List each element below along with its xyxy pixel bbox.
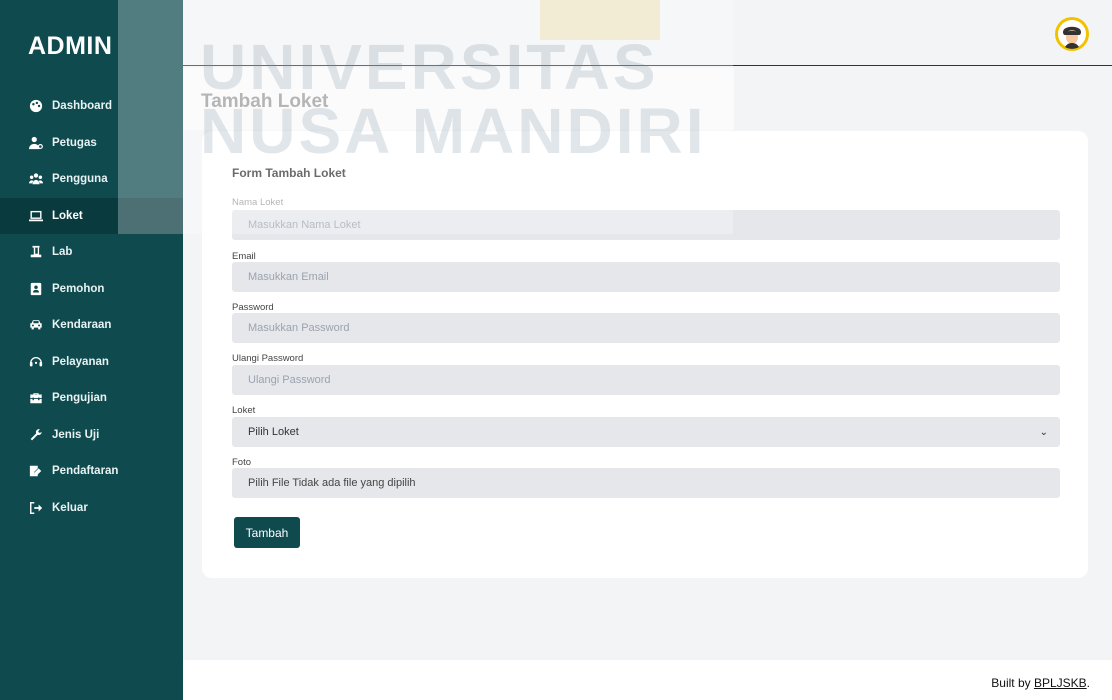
form-card: Form Tambah Loket Nama Loket Masukkan Na… (202, 131, 1088, 578)
sidebar-item-lab[interactable]: Lab (0, 234, 183, 271)
sidebar-item-label: Kendaraan (52, 319, 112, 332)
sidebar-item-label: Pengujian (52, 392, 107, 405)
nama-loket-placeholder: Masukkan Nama Loket (248, 219, 361, 231)
sidebar-item-kendaraan[interactable]: Kendaraan (0, 307, 183, 344)
sidebar-item-label: Pendaftaran (52, 465, 119, 478)
loket-label: Loket (232, 405, 256, 416)
ulangi-password-input[interactable]: Ulangi Password (232, 365, 1060, 395)
sidebar-item-pengguna[interactable]: Pengguna (0, 161, 183, 198)
sidebar-item-label: Keluar (52, 501, 88, 514)
foto-file-value: Pilih File Tidak ada file yang dipilih (248, 477, 416, 489)
user-avatar-icon[interactable] (1054, 16, 1090, 52)
sidebar-item-petugas[interactable]: Petugas (0, 125, 183, 162)
nama-loket-input[interactable]: Masukkan Nama Loket (232, 210, 1060, 240)
page-title: Tambah Loket (201, 91, 329, 112)
nama-loket-label: Nama Loket (232, 197, 284, 208)
sidebar-item-pemohon[interactable]: Pemohon (0, 271, 183, 308)
ulangi-password-label: Ulangi Password (232, 353, 304, 364)
sidebar-item-label: Pemohon (52, 282, 105, 295)
password-label: Password (232, 302, 274, 313)
tambah-button[interactable]: Tambah (234, 517, 300, 548)
sidebar: ADMIN Dashboard Petugas Pengguna Loket L… (0, 0, 183, 700)
sidebar-item-pengujian[interactable]: Pengujian (0, 380, 183, 417)
sidebar-item-label: Petugas (52, 136, 97, 149)
email-placeholder: Masukkan Email (248, 271, 329, 283)
password-placeholder: Masukkan Password (248, 322, 350, 334)
topbar (183, 0, 1112, 66)
chevron-down-icon: ⌄ (1039, 426, 1048, 438)
loket-selected-value: Pilih Loket (248, 426, 299, 438)
sidebar-item-label: Lab (52, 246, 73, 259)
brand-title: ADMIN (28, 32, 113, 60)
footer-prefix: Built by (991, 676, 1034, 690)
toolbox-icon (28, 391, 44, 405)
sign-out-icon (28, 501, 44, 515)
headset-icon (28, 355, 44, 369)
flask-icon (28, 245, 44, 259)
sidebar-item-keluar[interactable]: Keluar (0, 490, 183, 527)
users-icon (28, 172, 44, 186)
foto-file-input[interactable]: Pilih File Tidak ada file yang dipilih (232, 468, 1060, 498)
laptop-icon (28, 209, 44, 223)
car-icon (28, 318, 44, 332)
footer-suffix: . (1086, 676, 1090, 690)
sidebar-item-label: Loket (52, 209, 83, 222)
form-title: Form Tambah Loket (232, 166, 346, 180)
password-input[interactable]: Masukkan Password (232, 313, 1060, 343)
sidebar-item-jenis-uji[interactable]: Jenis Uji (0, 417, 183, 454)
footer-credit: Built by BPLJSKB. (991, 676, 1090, 690)
sidebar-item-label: Pelayanan (52, 355, 109, 368)
signature-icon (28, 464, 44, 478)
wrench-icon (28, 428, 44, 442)
sidebar-item-label: Jenis Uji (52, 428, 100, 441)
footer: Built by BPLJSKB. (183, 660, 1112, 700)
sidebar-item-loket[interactable]: Loket (0, 197, 183, 234)
sidebar-item-dashboard[interactable]: Dashboard (0, 88, 183, 125)
user-tie-icon (28, 136, 44, 150)
sidebar-item-pelayanan[interactable]: Pelayanan (0, 344, 183, 381)
sidebar-item-label: Dashboard (52, 100, 113, 113)
email-label: Email (232, 251, 256, 262)
footer-link[interactable]: BPLJSKB (1034, 676, 1087, 690)
foto-label: Foto (232, 457, 252, 468)
sidebar-item-label: Pengguna (52, 173, 108, 186)
address-book-icon (28, 282, 44, 296)
palette-icon (28, 99, 44, 113)
sidebar-item-pendaftaran[interactable]: Pendaftaran (0, 453, 183, 490)
sidebar-nav: Dashboard Petugas Pengguna Loket Lab Pem… (0, 88, 183, 526)
loket-select[interactable]: Pilih Loket ⌄ (232, 417, 1060, 447)
email-input[interactable]: Masukkan Email (232, 262, 1060, 292)
ulangi-password-placeholder: Ulangi Password (248, 374, 331, 386)
